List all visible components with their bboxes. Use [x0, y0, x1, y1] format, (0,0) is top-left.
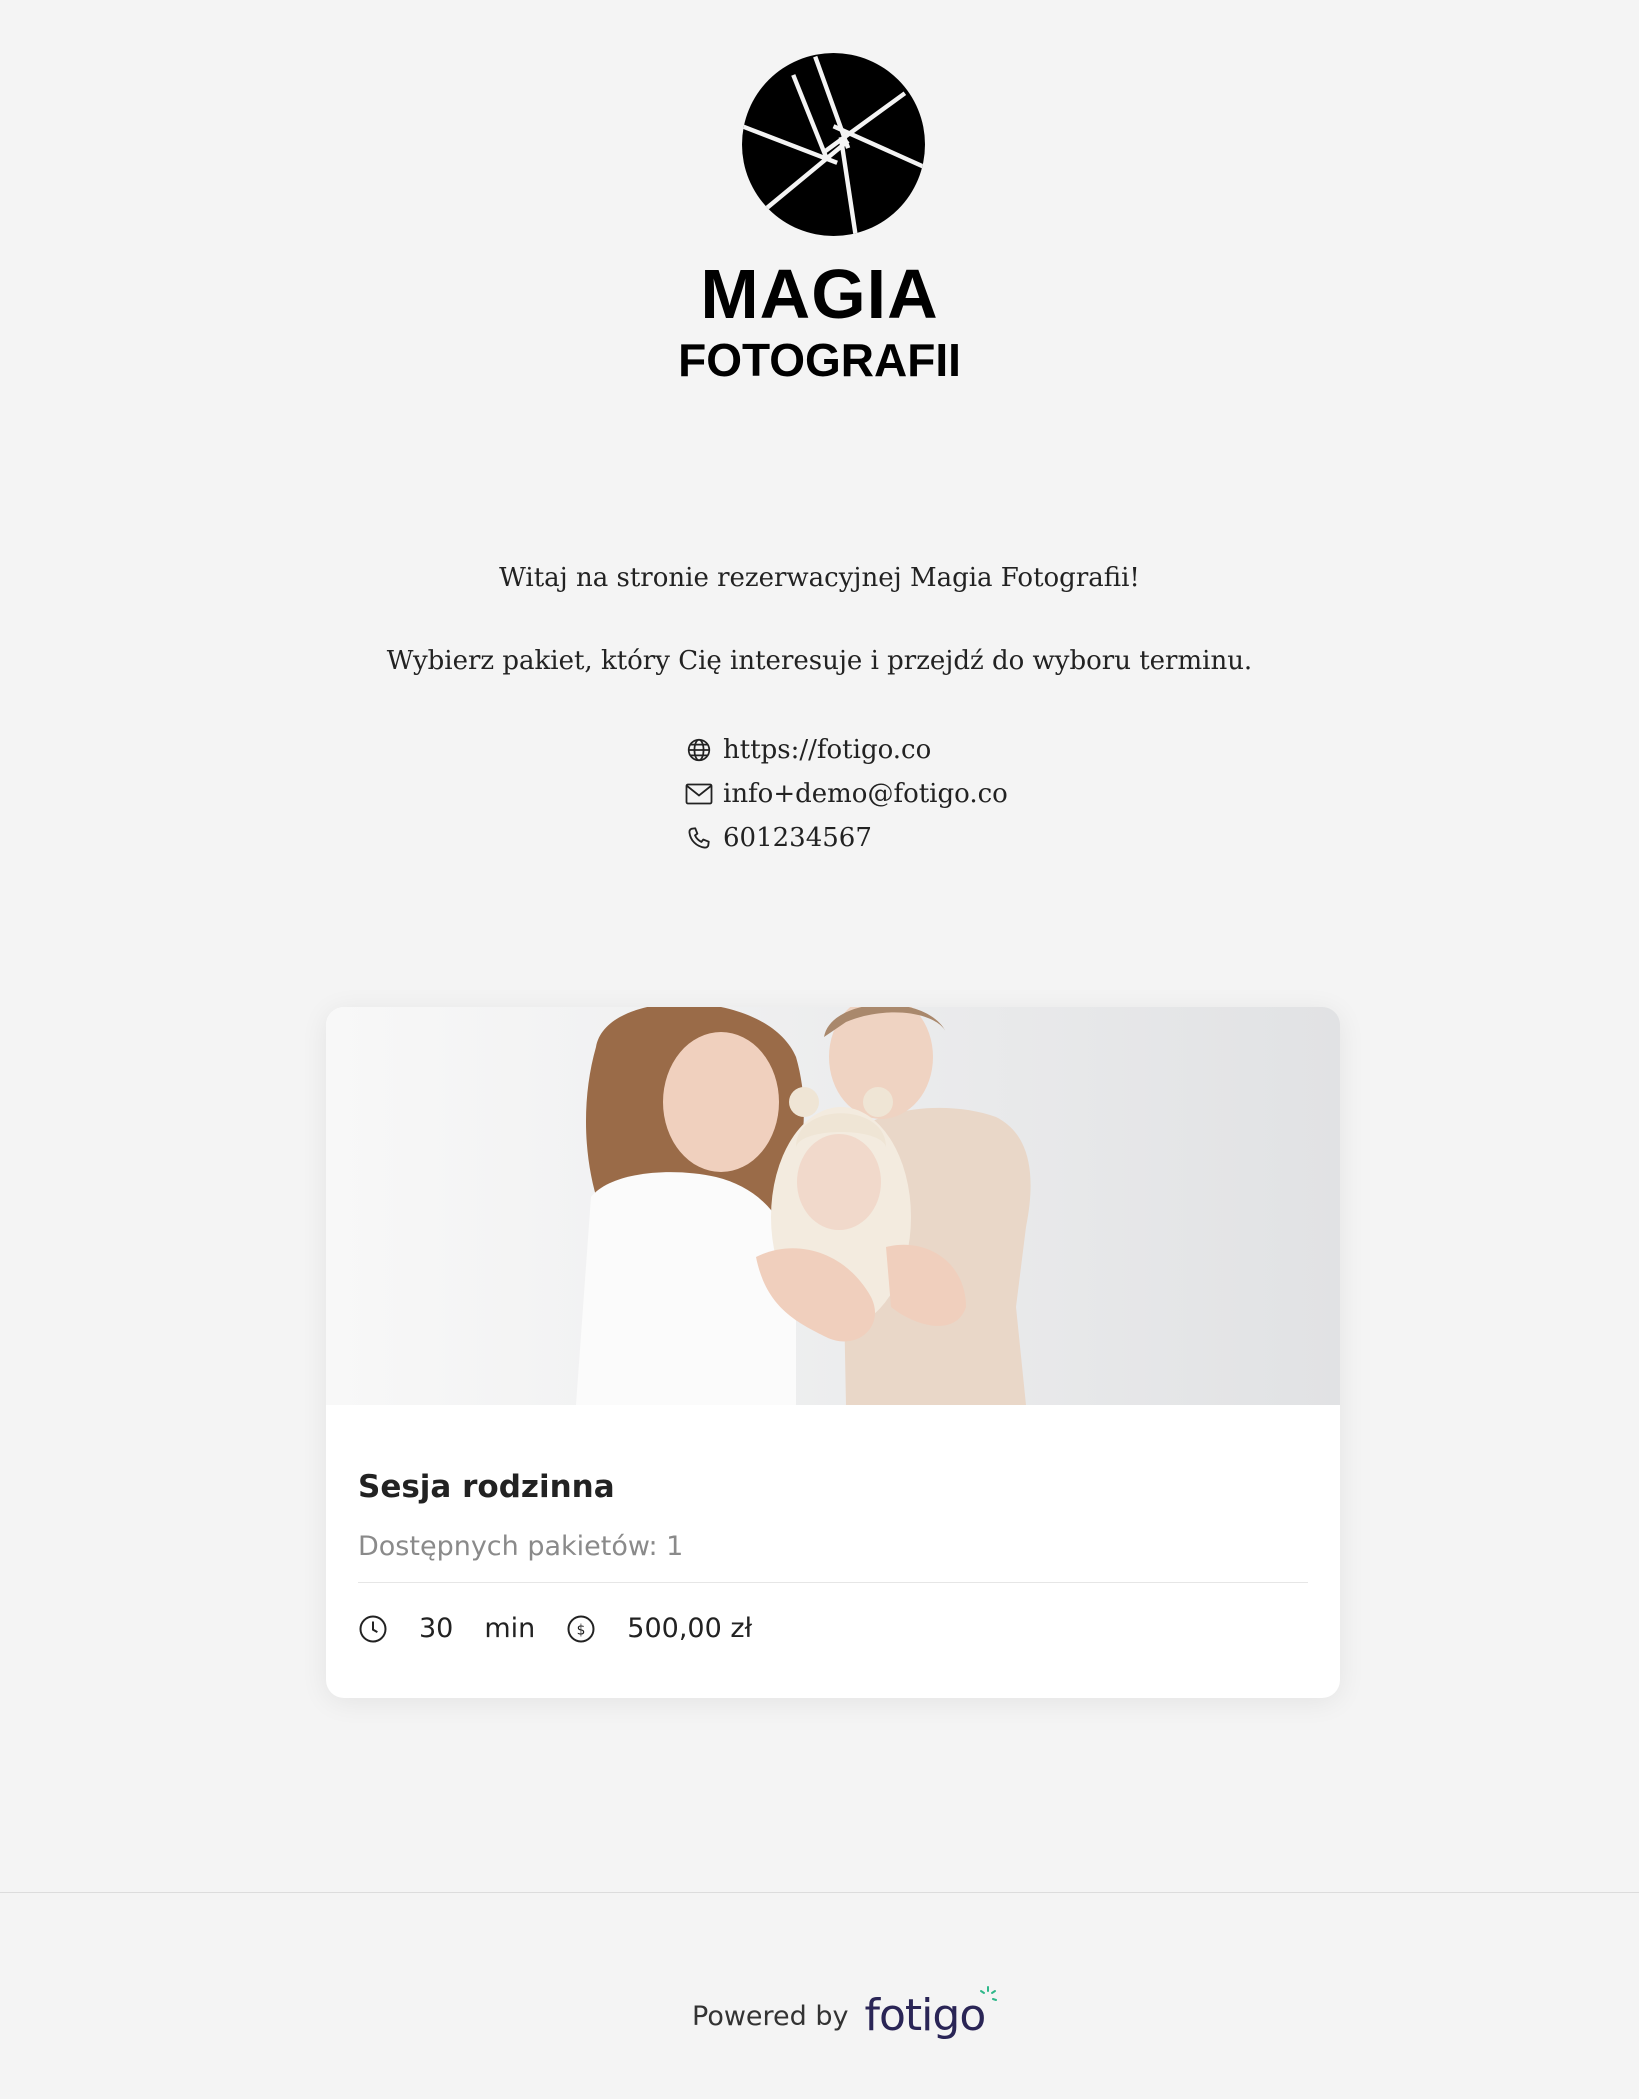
duration-value: 30 — [419, 1613, 454, 1644]
footer-divider — [0, 1892, 1639, 1893]
package-card-body: Sesja rodzinna Dostępnych pakietów: 1 30… — [326, 1405, 1340, 1644]
package-meta: 30 min $ 500,00 zł — [358, 1583, 1308, 1644]
email-link[interactable]: info+demo@fotigo.co — [723, 779, 1008, 809]
logo-title-main: MAGIA — [700, 255, 939, 333]
booking-page: MAGIA FOTOGRAFII Witaj na stronie rezerw… — [0, 0, 1639, 2099]
fotigo-logo[interactable]: fotigo — [865, 1986, 998, 2038]
svg-text:$: $ — [577, 1622, 586, 1638]
logo-title-sub: FOTOGRAFII — [678, 334, 961, 386]
family-photo — [326, 1007, 1340, 1405]
contact-info: https://fotigo.co info+demo@fotigo.co 60… — [685, 728, 1008, 860]
contact-email[interactable]: info+demo@fotigo.co — [685, 772, 1008, 816]
package-title[interactable]: Sesja rodzinna — [358, 1405, 1308, 1505]
contact-phone[interactable]: 601234567 — [685, 816, 1008, 860]
package-count: Dostępnych pakietów: 1 — [358, 1505, 1308, 1583]
contact-website[interactable]: https://fotigo.co — [685, 728, 1008, 772]
phone-link[interactable]: 601234567 — [723, 823, 872, 853]
duration-unit: min — [484, 1613, 536, 1644]
powered-by-label: Powered by — [692, 2000, 849, 2032]
family-photo-illustration — [326, 1007, 1340, 1405]
website-link[interactable]: https://fotigo.co — [723, 735, 931, 765]
instruction-text: Wybierz pakiet, który Cię interesuje i p… — [386, 646, 1253, 676]
fotigo-wordmark: fotigo — [864, 1990, 987, 2041]
dollar-coin-icon: $ — [566, 1614, 596, 1644]
clock-icon — [358, 1614, 388, 1644]
price-value: 500,00 zł — [627, 1613, 753, 1644]
welcome-text: Witaj na stronie rezerwacyjnej Magia Fot… — [499, 563, 1140, 593]
globe-icon — [685, 736, 713, 764]
sparkle-icon — [980, 1986, 998, 2001]
package-card[interactable]: Sesja rodzinna Dostępnych pakietów: 1 30… — [326, 1007, 1340, 1698]
mail-icon — [685, 780, 713, 808]
powered-by[interactable]: Powered by fotigo — [692, 1986, 998, 2038]
camera-aperture-icon — [742, 53, 925, 236]
phone-icon — [685, 824, 713, 852]
